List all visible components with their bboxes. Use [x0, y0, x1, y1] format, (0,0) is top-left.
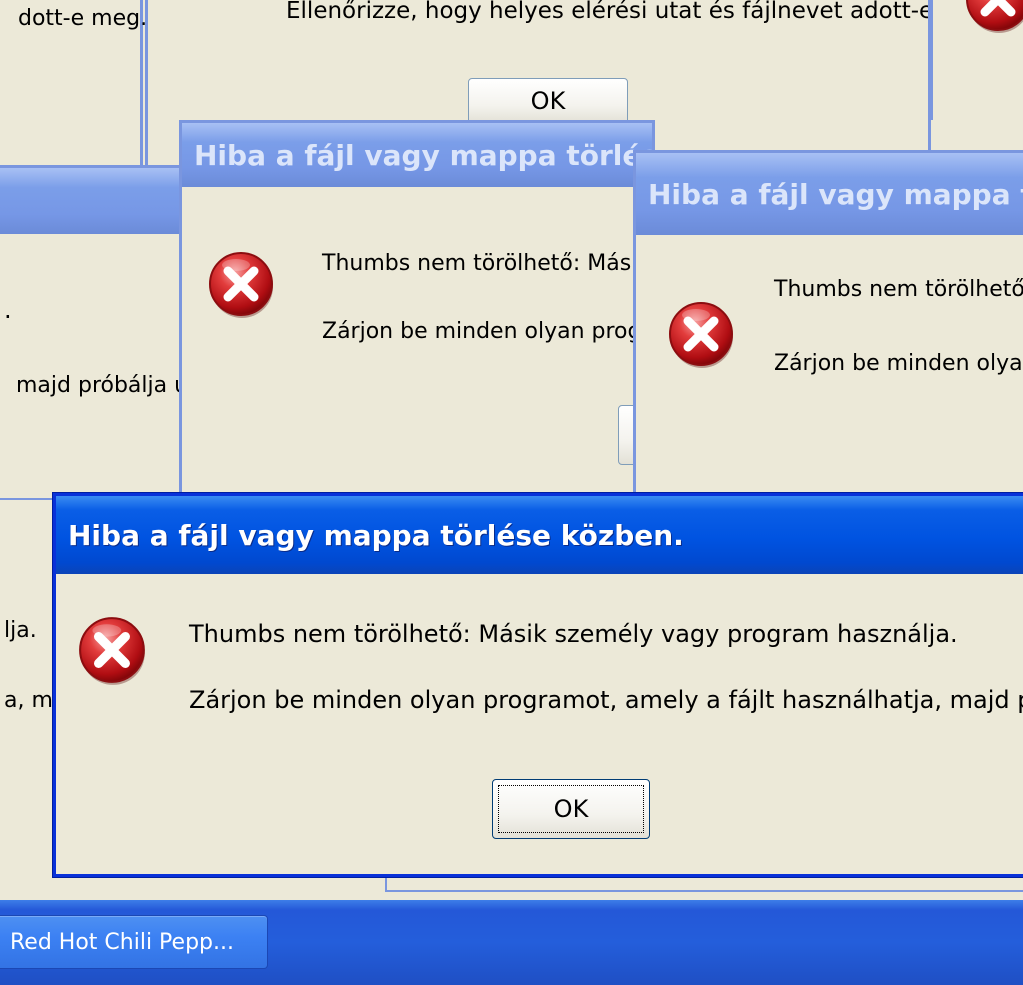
- ok-button[interactable]: OK: [492, 779, 650, 839]
- ok-label: OK: [530, 87, 566, 115]
- taskbar-button-media[interactable]: Red Hot Chili Pepp...: [0, 915, 268, 969]
- title-text: Hiba a fájl vagy mappa törlése közben.: [68, 518, 684, 552]
- dialog-left-hidden: . majd próbálja ú: [0, 165, 193, 501]
- message-line-1: Thumbs nem törölhető: Másik személy vagy…: [322, 251, 652, 276]
- message-line-2: Zárjon be minden olyan programot, amely …: [322, 319, 652, 344]
- dialog-delete-error-front: Hiba a fájl vagy mappa törlése közben. T…: [53, 493, 1023, 877]
- title-text: Hiba a fájl vagy mappa törlése közben.: [194, 138, 652, 172]
- message-line-1: Thumbs nem törölhető: Másik személy vagy…: [774, 277, 1023, 302]
- error-icon: [666, 299, 738, 371]
- dialog-title: Hiba a fájl vagy mappa törlése közben.: [56, 496, 1023, 574]
- task-label: Red Hot Chili Pepp...: [10, 929, 234, 955]
- fragment-text-1: .: [4, 296, 12, 324]
- dialog-title: Hiba a fájl vagy mappa törlése közben.: [636, 153, 1023, 235]
- message-line-1: Thumbs nem törölhető: Másik személy vagy…: [189, 620, 958, 648]
- title-text: Hiba a fájl vagy mappa törlése közben.: [648, 177, 1023, 211]
- dialog-edge-left: lja. a, m: [0, 500, 60, 900]
- path-error-ok-button[interactable]: OK: [468, 78, 628, 124]
- fragment-text: dott-e meg.: [18, 6, 148, 31]
- error-icon: [963, 0, 1023, 36]
- path-error-message: Ellenőrizze, hogy helyes elérési utat és…: [286, 0, 931, 24]
- fragment-text-1: lja.: [4, 618, 37, 643]
- dialog-edge-top-right: [930, 0, 1023, 120]
- error-icon: [206, 249, 278, 321]
- dialog-edge-top-left: dott-e meg.: [0, 0, 147, 165]
- titlebar: [0, 168, 190, 234]
- dialog-delete-error-3: Hiba a fájl vagy mappa törlése közben. T…: [633, 150, 1023, 506]
- message-line-2: Zárjon be minden olyan programot, amely …: [774, 351, 1023, 376]
- dialog-delete-error-2: Hiba a fájl vagy mappa törlése közben. T…: [179, 120, 655, 506]
- fragment-text-2: majd próbálja ú: [16, 373, 189, 398]
- dialog-title: Hiba a fájl vagy mappa törlése közben.: [182, 123, 652, 187]
- fragment-text-2: a, m: [4, 688, 53, 713]
- taskbar: Red Hot Chili Pepp...: [0, 900, 1023, 985]
- dialog-edge-bottom: [385, 876, 1023, 892]
- error-icon: [76, 614, 150, 688]
- message-line-2: Zárjon be minden olyan programot, amely …: [189, 686, 1023, 714]
- focus-rect: [498, 785, 644, 833]
